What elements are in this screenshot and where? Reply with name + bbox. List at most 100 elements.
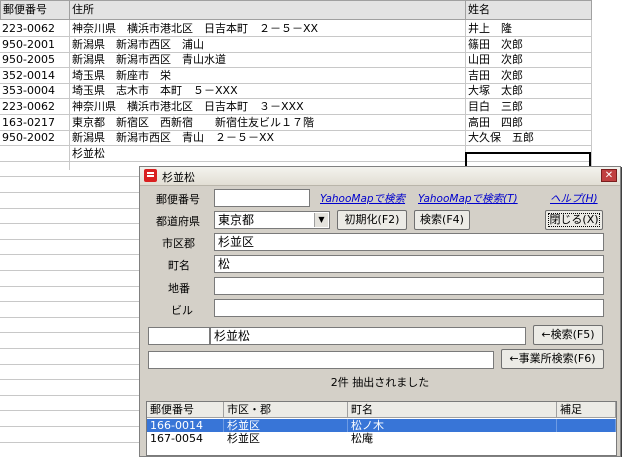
empty-sheet-row[interactable] [0, 239, 140, 256]
cell-zip[interactable]: 950-2001 [2, 37, 55, 52]
cell-address[interactable]: 新潟県 新潟市西区 青山 ２－５－XX [72, 130, 274, 145]
building-label: ビル [171, 304, 193, 317]
search-prefix-input[interactable] [148, 327, 210, 345]
cell-address[interactable]: 埼玉県 志木市 本町 ５－XXX [72, 83, 238, 98]
block-label: 地番 [168, 282, 190, 295]
cell-zip[interactable]: 950-2002 [2, 130, 55, 145]
help-link[interactable]: ヘルプ(H) [550, 191, 598, 206]
result-count-status: 2件 抽出されました [330, 376, 430, 389]
cell-name[interactable]: 吉田 次郎 [468, 68, 523, 83]
empty-sheet-row[interactable] [0, 349, 140, 365]
cell-zip[interactable]: 950-2005 [2, 52, 55, 67]
zip-label: 郵便番号 [156, 193, 200, 206]
block-field[interactable] [214, 277, 604, 295]
column-header-zip[interactable]: 郵便番号 [0, 0, 70, 20]
office-search-button[interactable]: ←事業所検索(F6) [501, 349, 604, 369]
app-icon [144, 169, 157, 182]
results-header-city[interactable]: 市区・郡 [224, 402, 348, 418]
empty-sheet-row[interactable] [0, 224, 140, 240]
cell-name[interactable]: 山田 次郎 [468, 52, 523, 67]
cell-name[interactable]: 高田 四郎 [468, 115, 523, 130]
building-field[interactable] [214, 299, 604, 317]
empty-sheet-row[interactable] [0, 427, 140, 443]
sheet-row[interactable]: 163-0217 東京都 新宿区 西新宿 新宿住友ビル１７階 高田 四郎 [0, 115, 592, 131]
zip-field[interactable] [214, 189, 310, 207]
empty-sheet-row[interactable] [0, 255, 140, 271]
results-list[interactable]: 郵便番号 市区・郡 町名 補足 166-0014 杉並区 松ノ木 167-0054 杉並… [146, 401, 617, 456]
yahoo-map-search-link[interactable]: YahooMapで検索 [320, 191, 405, 206]
cell-address[interactable]: 新潟県 新潟市西区 浦山 [72, 37, 204, 52]
results-header-note[interactable]: 補足 [557, 402, 616, 418]
prefecture-label: 都道府県 [156, 215, 200, 228]
cell-name[interactable]: 篠田 次郎 [468, 37, 523, 52]
close-window-button[interactable]: ✕ [601, 169, 617, 182]
results-header-town[interactable]: 町名 [348, 402, 557, 418]
cell-zip[interactable]: 163-0217 [2, 115, 55, 130]
cell-name[interactable]: 大塚 太郎 [468, 83, 523, 98]
empty-sheet-row[interactable] [0, 411, 140, 427]
close-button[interactable]: 閉じる(X) [545, 210, 603, 230]
keyword-search-input[interactable]: 杉並松 [210, 327, 526, 345]
town-label: 町名 [168, 259, 190, 272]
result-row[interactable]: 167-0054 杉並区 松庵 [147, 432, 616, 445]
result-cell-note [560, 432, 616, 445]
empty-sheet-row[interactable] [0, 333, 140, 349]
results-header-zip[interactable]: 郵便番号 [147, 402, 224, 418]
search-button[interactable]: 検索(F4) [414, 210, 470, 230]
title-bar[interactable]: 杉並松 ✕ [140, 167, 620, 186]
empty-sheet-row[interactable] [0, 161, 140, 178]
cell-zip[interactable]: 223-0062 [2, 21, 55, 36]
cell-zip[interactable]: 352-0014 [2, 68, 55, 83]
sheet-row[interactable]: 950-2001 新潟県 新潟市西区 浦山 篠田 次郎 [0, 37, 592, 53]
result-cell-zip: 167-0054 [150, 432, 203, 445]
yahoo-map-search-t-link[interactable]: YahooMapで検索(T) [418, 191, 518, 206]
result-cell-note [560, 419, 616, 432]
address-search-dialog: 杉並松 ✕ 郵便番号 YahooMapで検索 YahooMapで検索(T) ヘル… [139, 166, 621, 457]
result-cell-town: 松ノ木 [351, 419, 557, 432]
office-search-input[interactable] [148, 351, 494, 369]
cell-name[interactable]: 井上 隆 [468, 21, 512, 36]
column-header-name[interactable]: 姓名 [465, 0, 592, 20]
cell-address[interactable]: 東京都 新宿区 西新宿 新宿住友ビル１７階 [72, 115, 314, 130]
cell-address[interactable]: 神奈川県 横浜市港北区 日吉本町 ３－XXX [72, 99, 304, 114]
prefecture-value: 東京都 [218, 213, 255, 227]
empty-sheet-row[interactable] [0, 364, 140, 381]
column-header-address[interactable]: 住所 [69, 0, 466, 20]
sheet-row[interactable]: 950-2005 新潟県 新潟市西区 青山水道 山田 次郎 [0, 52, 592, 69]
sheet-row[interactable]: 352-0014 埼玉県 新座市 栄 吉田 次郎 [0, 68, 592, 84]
chevron-down-icon[interactable]: ▼ [314, 213, 328, 227]
search-back-button[interactable]: ←検索(F5) [533, 325, 603, 345]
sheet-row[interactable]: 353-0004 埼玉県 志木市 本町 ５－XXX 大塚 太郎 [0, 83, 592, 100]
cell-zip[interactable]: 353-0004 [2, 83, 55, 98]
city-label: 市区郡 [162, 237, 195, 250]
city-field[interactable]: 杉並区 [214, 233, 604, 251]
result-cell-city: 杉並区 [227, 432, 260, 445]
result-cell-town: 松庵 [351, 432, 373, 445]
empty-sheet-row[interactable] [0, 193, 140, 209]
cell-address[interactable]: 新潟県 新潟市西区 青山水道 [72, 52, 226, 67]
empty-sheet-row[interactable] [0, 317, 140, 334]
empty-sheet-row[interactable] [0, 271, 140, 287]
empty-sheet-row[interactable] [0, 208, 140, 225]
initialize-button[interactable]: 初期化(F2) [337, 210, 407, 230]
cell-address[interactable]: 杉並松 [72, 146, 105, 161]
cell-name[interactable]: 大久保 五郎 [468, 130, 534, 145]
sheet-row[interactable]: 223-0062 神奈川県 横浜市港北区 日吉本町 ２－５－XX 井上 隆 [0, 21, 592, 37]
cell-address[interactable]: 神奈川県 横浜市港北区 日吉本町 ２－５－XX [72, 21, 318, 36]
cell-name[interactable]: 目白 三郎 [468, 99, 523, 114]
empty-sheet-row[interactable] [0, 302, 140, 318]
empty-sheet-row[interactable] [0, 380, 140, 396]
cell-address[interactable]: 埼玉県 新座市 栄 [72, 68, 171, 83]
prefecture-select[interactable]: 東京都 ▼ [214, 211, 330, 229]
empty-sheet-row[interactable] [0, 177, 140, 193]
empty-sheet-row[interactable] [0, 286, 140, 303]
result-cell-city: 杉並区 [227, 419, 348, 432]
dialog-title: 杉並松 [162, 171, 195, 184]
cell-zip[interactable]: 223-0062 [2, 99, 55, 114]
sheet-row[interactable]: 223-0062 神奈川県 横浜市港北区 日吉本町 ３－XXX 目白 三郎 [0, 99, 592, 115]
sheet-row[interactable]: 950-2002 新潟県 新潟市西区 青山 ２－５－XX 大久保 五郎 [0, 130, 592, 147]
result-row[interactable]: 166-0014 杉並区 松ノ木 [147, 419, 616, 432]
town-field[interactable]: 松 [214, 255, 604, 273]
result-cell-zip: 166-0014 [150, 419, 224, 432]
empty-sheet-row[interactable] [0, 395, 140, 412]
